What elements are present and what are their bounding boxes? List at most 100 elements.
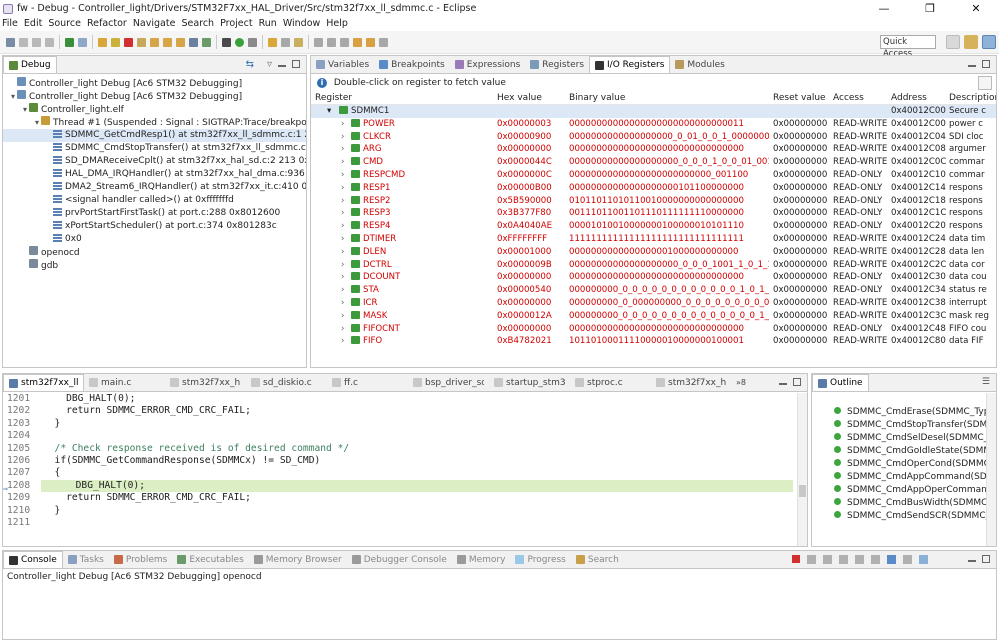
expand-arrow-icon[interactable]: ›: [341, 143, 344, 156]
expand-arrow-icon[interactable]: ›: [341, 169, 344, 182]
more-tabs-button[interactable]: »8: [732, 378, 750, 387]
debug-tree-item[interactable]: ▾ Controller_light.elf: [3, 103, 306, 116]
debug-tree-item[interactable]: HAL_DMA_IRQHandler() at stm32f7xx_hal_dm…: [3, 168, 306, 181]
debug-perspective-icon[interactable]: [982, 35, 996, 49]
back-icon[interactable]: [353, 37, 362, 47]
console-tab[interactable]: Memory Browser: [249, 551, 347, 568]
maximize-view-icon[interactable]: [982, 60, 990, 68]
debug-tree-item[interactable]: DMA2_Stream6_IRQHandler() at stm32f7xx_i…: [3, 181, 306, 194]
debug-tree-item[interactable]: SDMMC_CmdStopTransfer() at stm32f7xx_ll_…: [3, 142, 306, 155]
step-return-icon[interactable]: [176, 37, 185, 47]
print-icon[interactable]: [45, 37, 54, 47]
register-row[interactable]: › RESPCMD 0x0000000C 0000000000000000000000…: [311, 169, 996, 182]
expand-arrow-icon[interactable]: ›: [341, 259, 344, 272]
register-row[interactable]: › ARG 0x00000000 00000000000000000000000000…: [311, 143, 996, 156]
expand-arrow-icon[interactable]: ›: [341, 284, 344, 297]
expand-arrow-icon[interactable]: ▾: [21, 103, 29, 116]
register-row[interactable]: › FIFO 0xB4782021 1011010001111000001000000…: [311, 335, 996, 348]
debug-tree-item[interactable]: SD_DMAReceiveCplt() at stm32f7xx_hal_sd.…: [3, 155, 306, 168]
terminate-icon[interactable]: [792, 555, 800, 563]
save-icon[interactable]: [19, 37, 28, 47]
prev-annotation-icon[interactable]: [340, 37, 349, 47]
show-console-icon[interactable]: [871, 555, 880, 564]
maximize-view-icon[interactable]: [292, 60, 300, 68]
expand-arrow-icon[interactable]: ›: [341, 323, 344, 336]
outline-toolbar-icon[interactable]: ☰: [982, 377, 990, 387]
minimize-button[interactable]: —: [861, 0, 907, 17]
expand-arrow-icon[interactable]: ›: [341, 335, 344, 348]
editor-tab[interactable]: stm32f7xx_ll...: [3, 374, 84, 391]
outline-item[interactable]: SDMMC_CmdOperCond(SDMMC_: [812, 458, 996, 471]
register-row[interactable]: › POWER 0x00000003 000000000000000000000000…: [311, 118, 996, 131]
register-row[interactable]: › MASK 0x0000012A 000000000_0_0_0_0_0_0_0_0…: [311, 310, 996, 323]
expand-arrow-icon[interactable]: ›: [341, 246, 344, 259]
console-tab[interactable]: Memory: [452, 551, 511, 568]
resume-icon[interactable]: [98, 37, 107, 47]
outline-item[interactable]: SDMMC_CmdGoIdleState(SDMMC: [812, 445, 996, 458]
debug-tree-item[interactable]: Controller_light Debug [Ac6 STM32 Debugg…: [3, 77, 306, 90]
scroll-lock-icon[interactable]: [839, 555, 848, 564]
column-header[interactable]: Hex value: [497, 92, 542, 105]
register-row[interactable]: › DTIMER 0xFFFFFFFF 11111111111111111111111…: [311, 233, 996, 246]
forward-icon[interactable]: [366, 37, 375, 47]
debug-tree-item[interactable]: ▾ Controller_light Debug [Ac6 STM32 Debug…: [3, 90, 306, 103]
menu-window[interactable]: Window: [283, 18, 320, 29]
menu-navigate[interactable]: Navigate: [133, 18, 176, 29]
console-tab[interactable]: Tasks: [63, 551, 109, 568]
tab-breakpoints[interactable]: Breakpoints: [374, 56, 450, 73]
quick-access-input[interactable]: Quick Access: [880, 35, 936, 59]
outline-item[interactable]: SDMMC_CmdSendSCR(SDMMC_T: [812, 510, 996, 523]
cpp-perspective-icon[interactable]: [964, 35, 978, 49]
register-group-row[interactable]: ▾ SDMMC1 0x40012C00 Secure c: [311, 105, 996, 118]
tab-outline[interactable]: Outline: [812, 374, 869, 391]
remove-launch-icon[interactable]: [807, 555, 816, 564]
close-button[interactable]: ✕: [953, 0, 999, 17]
collapse-arrow-icon[interactable]: ▾: [327, 105, 331, 118]
skip-breakpoints-icon[interactable]: [78, 37, 87, 47]
editor-tab[interactable]: main.c: [84, 374, 165, 391]
outline-item[interactable]: SDMMC_CmdErase(SDMMC_Type: [812, 406, 996, 419]
instruction-step-icon[interactable]: [189, 37, 198, 47]
word-wrap-icon[interactable]: [855, 555, 864, 564]
tab-variables[interactable]: Variables: [311, 56, 374, 73]
debug-tree-item[interactable]: 0x0: [3, 233, 306, 246]
code-editor[interactable]: 1201 DBG_HALT(0); 1202 return SDMMC_ERROR…: [3, 392, 807, 542]
console-tab[interactable]: Executables: [172, 551, 248, 568]
open-console-icon[interactable]: [919, 555, 928, 564]
disconnect-icon[interactable]: [137, 37, 146, 47]
expand-arrow-icon[interactable]: ▾: [33, 116, 41, 129]
tab-expressions[interactable]: Expressions: [450, 56, 526, 73]
editor-tab[interactable]: sd_diskio.c: [246, 374, 327, 391]
column-header[interactable]: Reset value: [773, 92, 826, 105]
tab-registers[interactable]: Registers: [525, 56, 589, 73]
register-row[interactable]: › RESP1 0x00000B00 000000000000000000001011…: [311, 182, 996, 195]
debug-tree-item[interactable]: SDMMC_GetCmdResp1() at stm32f7xx_ll_sdmm…: [3, 129, 306, 142]
register-row[interactable]: › FIFOCNT 0x00000000 0000000000000000000000…: [311, 323, 996, 336]
refresh-button[interactable]: [978, 76, 992, 90]
annotation-icon[interactable]: [314, 37, 323, 47]
outline-item[interactable]: SDMMC_CmdAppCommand(SDM: [812, 471, 996, 484]
view-menu-icon[interactable]: ▿: [267, 59, 272, 70]
console-output[interactable]: Controller_light Debug [Ac6 STM32 Debugg…: [3, 569, 996, 585]
next-annotation-icon[interactable]: [327, 37, 336, 47]
register-row[interactable]: › CLKCR 0x00000900 0000000000000000000_0_01…: [311, 131, 996, 144]
debug-tree-item[interactable]: ▾ Thread #1 (Suspended : Signal : SIGTRAP…: [3, 116, 306, 129]
expand-arrow-icon[interactable]: ›: [341, 233, 344, 246]
debug-tree-item[interactable]: prvPortStartFirstTask() at port.c:288 0x…: [3, 207, 306, 220]
menu-search[interactable]: Search: [181, 18, 214, 29]
open-type-icon[interactable]: [281, 37, 290, 47]
debug-tree-item[interactable]: openocd: [3, 246, 306, 259]
editor-tab[interactable]: startup_stm3...: [489, 374, 570, 391]
clear-console-icon[interactable]: [823, 555, 832, 564]
menu-edit[interactable]: Edit: [24, 18, 42, 29]
expand-arrow-icon[interactable]: ›: [341, 297, 344, 310]
debug-config-icon[interactable]: [222, 37, 231, 47]
suspend-icon[interactable]: [111, 37, 120, 47]
debug-tree-item[interactable]: <signal handler called>() at 0xfffffffd: [3, 194, 306, 207]
expand-arrow-icon[interactable]: ›: [341, 310, 344, 323]
editor-tab[interactable]: stproc.c: [570, 374, 651, 391]
expand-arrow-icon[interactable]: ›: [341, 195, 344, 208]
save-all-icon[interactable]: [32, 37, 41, 47]
external-tools-icon[interactable]: [248, 37, 257, 47]
menu-refactor[interactable]: Refactor: [87, 18, 127, 29]
